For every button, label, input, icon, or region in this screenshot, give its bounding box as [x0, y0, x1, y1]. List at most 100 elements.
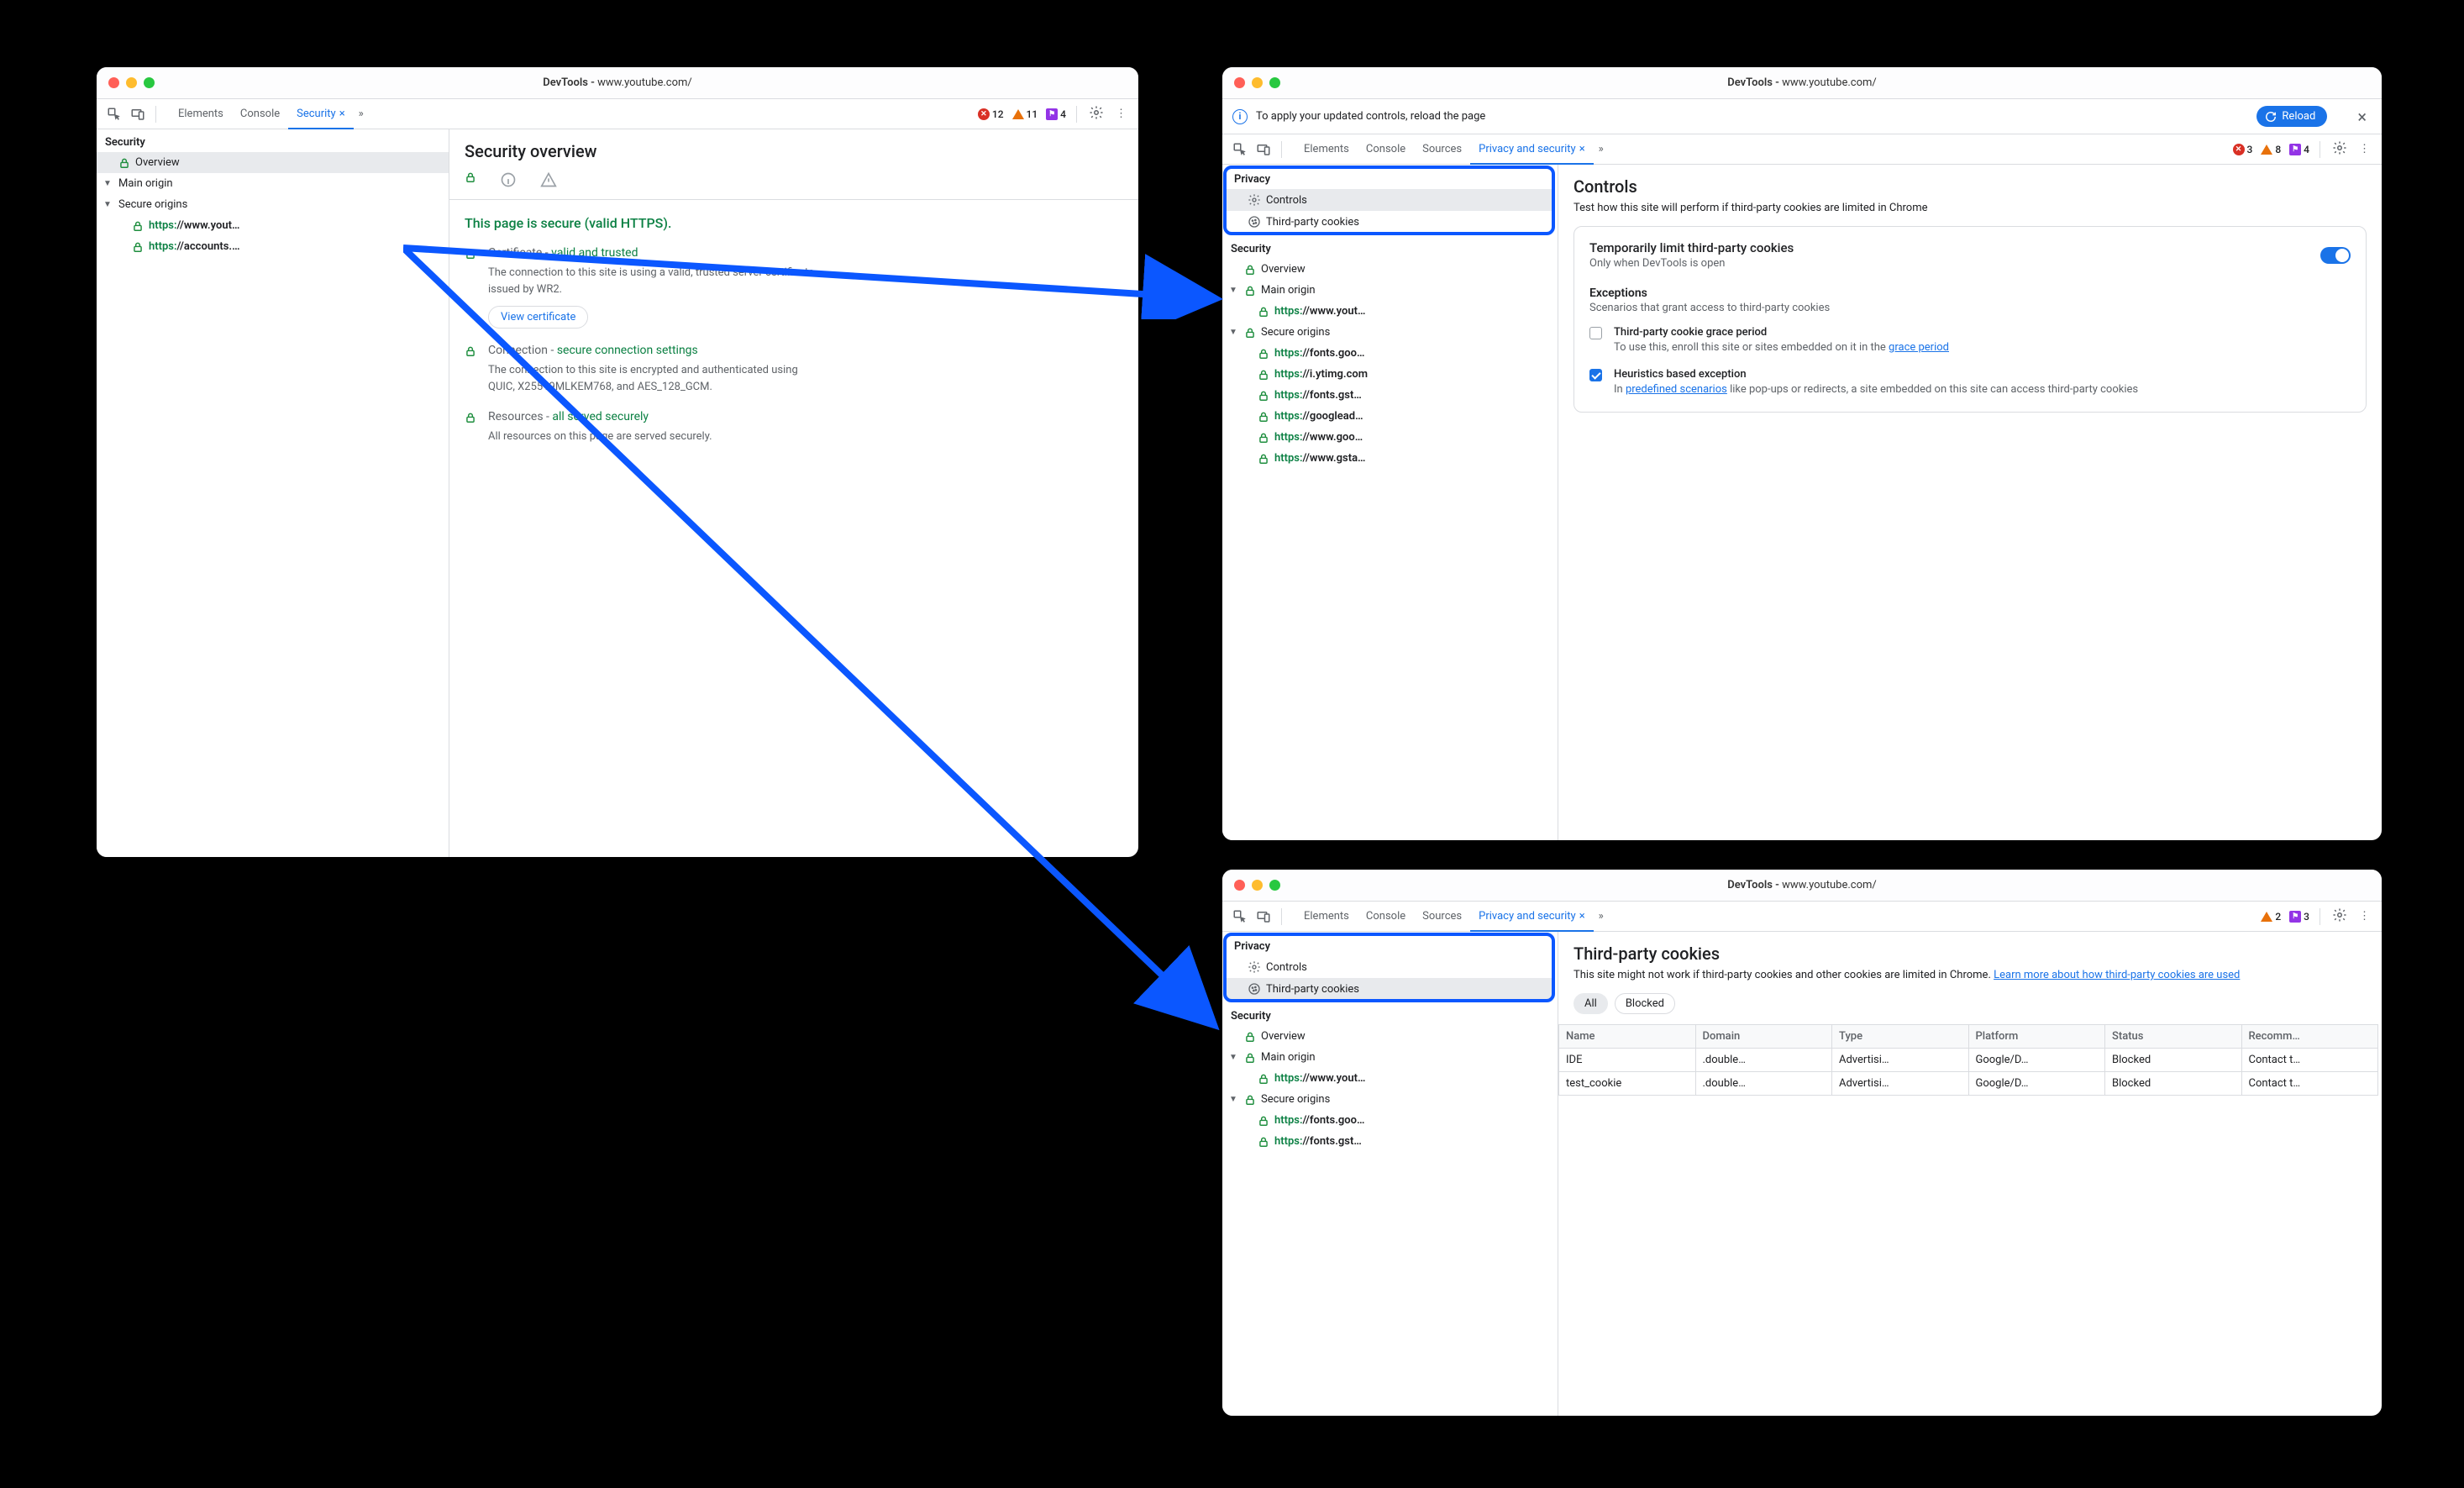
tab-console[interactable]: Console [1358, 902, 1414, 931]
maximize-window-button[interactable] [1269, 880, 1280, 891]
tab-elements[interactable]: Elements [1295, 134, 1358, 164]
sidebar-item-main-origin[interactable]: ▼ Main origin [1222, 280, 1558, 301]
warning-count[interactable]: 8 [2261, 144, 2281, 155]
minimize-window-button[interactable] [1252, 77, 1263, 88]
warning-count[interactable]: 2 [2261, 911, 2281, 923]
sidebar-item-main-origin[interactable]: ▼ Main origin [1222, 1047, 1558, 1068]
close-icon[interactable]: × [339, 108, 345, 120]
sidebar-origin-item[interactable]: https://www.yout… [1222, 301, 1558, 322]
close-banner-button[interactable]: × [2352, 107, 2372, 127]
table-header[interactable]: Platform [1968, 1025, 2105, 1049]
error-count[interactable]: ✕3 [2233, 144, 2253, 155]
inspect-icon[interactable] [1229, 906, 1251, 928]
kebab-menu-icon[interactable]: ⋮ [2354, 143, 2375, 155]
filter-all-chip[interactable]: All [1573, 993, 1608, 1014]
sidebar-item-third-party-cookies[interactable]: Third-party cookies [1226, 978, 1552, 1000]
sidebar-origin-item[interactable]: https://fonts.gst… [1222, 385, 1558, 406]
tab-console[interactable]: Console [232, 99, 288, 129]
tabs: Elements Console Sources Privacy and sec… [1295, 902, 2259, 931]
table-row[interactable]: test_cookie.double…Advertisi…Google/D…Bl… [1559, 1072, 2378, 1096]
device-icon[interactable] [127, 103, 149, 125]
grace-period-checkbox[interactable] [1589, 327, 1602, 339]
traffic-lights[interactable] [1234, 880, 1280, 891]
predefined-scenarios-link[interactable]: predefined scenarios [1626, 383, 1727, 396]
close-window-button[interactable] [108, 77, 119, 88]
sidebar-origin-item[interactable]: https://www.gsta… [1222, 448, 1558, 469]
issue-count[interactable]: ⚑3 [2289, 911, 2309, 923]
table-header[interactable]: Name [1559, 1025, 1696, 1049]
sidebar-item-controls[interactable]: Controls [1226, 189, 1552, 211]
issue-count[interactable]: ⚑4 [2289, 144, 2309, 155]
reload-button[interactable]: Reload [2256, 106, 2327, 127]
sidebar-label: Third-party cookies [1266, 216, 1359, 229]
sidebar-origin-item[interactable]: https://i.ytimg.com [1222, 364, 1558, 385]
learn-more-link[interactable]: Learn more about how third-party cookies… [1994, 969, 2240, 981]
sidebar-origin-item[interactable]: https://accounts.… [97, 236, 449, 257]
issue-count[interactable]: ⚑4 [1046, 108, 1066, 120]
sidebar-item-secure-origins[interactable]: ▼Secure origins [97, 194, 449, 215]
view-certificate-button[interactable]: View certificate [488, 306, 588, 329]
sidebar-item-overview[interactable]: Overview [1222, 259, 1558, 280]
minimize-window-button[interactable] [126, 77, 137, 88]
filter-blocked-chip[interactable]: Blocked [1615, 993, 1675, 1014]
tab-elements[interactable]: Elements [1295, 902, 1358, 931]
status-counters[interactable]: 2 ⚑3 [2261, 911, 2313, 923]
sidebar-item-main-origin[interactable]: ▼Main origin [97, 173, 449, 194]
settings-icon[interactable] [2327, 140, 2352, 159]
settings-icon[interactable] [2327, 907, 2352, 926]
sidebar-item-secure-origins[interactable]: ▼ Secure origins [1222, 322, 1558, 343]
table-header[interactable]: Type [1832, 1025, 1969, 1049]
table-header[interactable]: Domain [1695, 1025, 1832, 1049]
more-tabs-button[interactable]: » [354, 108, 369, 120]
sidebar-origin-item[interactable]: https://googlead… [1222, 406, 1558, 427]
connection-section: Connection - secure connection settings … [465, 344, 1123, 395]
tab-sources[interactable]: Sources [1414, 902, 1470, 931]
close-window-button[interactable] [1234, 880, 1245, 891]
sidebar-origin-item[interactable]: https://www.yout… [1222, 1068, 1558, 1089]
warning-count[interactable]: 11 [1012, 108, 1038, 120]
inspect-icon[interactable] [1229, 139, 1251, 160]
tab-privacy-security[interactable]: Privacy and security× [1470, 902, 1594, 932]
minimize-window-button[interactable] [1252, 880, 1263, 891]
settings-icon[interactable] [1084, 105, 1109, 124]
table-header[interactable]: Recomm… [2241, 1025, 2378, 1049]
tab-console[interactable]: Console [1358, 134, 1414, 164]
device-icon[interactable] [1253, 139, 1274, 160]
error-count[interactable]: ✕12 [978, 108, 1004, 120]
grace-period-link[interactable]: grace period [1889, 341, 1949, 354]
tab-privacy-security[interactable]: Privacy and security× [1470, 135, 1594, 165]
kebab-menu-icon[interactable]: ⋮ [2354, 910, 2375, 923]
section-title: Connection - secure connection settings [488, 344, 1123, 357]
traffic-lights[interactable] [1234, 77, 1280, 88]
close-window-button[interactable] [1234, 77, 1245, 88]
table-header[interactable]: Status [2105, 1025, 2242, 1049]
more-tabs-button[interactable]: » [1594, 143, 1609, 155]
device-icon[interactable] [1253, 906, 1274, 928]
sidebar-origin-item[interactable]: https://www.goo… [1222, 427, 1558, 448]
sidebar-origin-item[interactable]: https://www.yout… [97, 215, 449, 236]
table-row[interactable]: IDE.double…Advertisi…Google/D…BlockedCon… [1559, 1049, 2378, 1072]
tab-elements[interactable]: Elements [170, 99, 232, 129]
close-icon[interactable]: × [1579, 143, 1585, 155]
maximize-window-button[interactable] [1269, 77, 1280, 88]
status-counters[interactable]: ✕12 11 ⚑4 [978, 108, 1069, 120]
sidebar-item-secure-origins[interactable]: ▼ Secure origins [1222, 1089, 1558, 1110]
traffic-lights[interactable] [108, 77, 155, 88]
status-counters[interactable]: ✕3 8 ⚑4 [2233, 144, 2313, 155]
sidebar-item-overview[interactable]: Overview [97, 152, 449, 173]
kebab-menu-icon[interactable]: ⋮ [1111, 108, 1132, 120]
close-icon[interactable]: × [1579, 910, 1585, 923]
limit-cookies-toggle[interactable] [2320, 247, 2351, 264]
inspect-icon[interactable] [103, 103, 125, 125]
sidebar-origin-item[interactable]: https://fonts.gst… [1222, 1131, 1558, 1152]
heuristics-checkbox[interactable] [1589, 369, 1602, 381]
more-tabs-button[interactable]: » [1594, 910, 1609, 923]
tab-sources[interactable]: Sources [1414, 134, 1470, 164]
sidebar-origin-item[interactable]: https://fonts.goo… [1222, 1110, 1558, 1131]
sidebar-item-third-party-cookies[interactable]: Third-party cookies [1226, 211, 1552, 233]
sidebar-origin-item[interactable]: https://fonts.goo… [1222, 343, 1558, 364]
maximize-window-button[interactable] [144, 77, 155, 88]
sidebar-item-controls[interactable]: Controls [1226, 956, 1552, 978]
sidebar-item-overview[interactable]: Overview [1222, 1026, 1558, 1047]
tab-security[interactable]: Security× [288, 100, 354, 129]
